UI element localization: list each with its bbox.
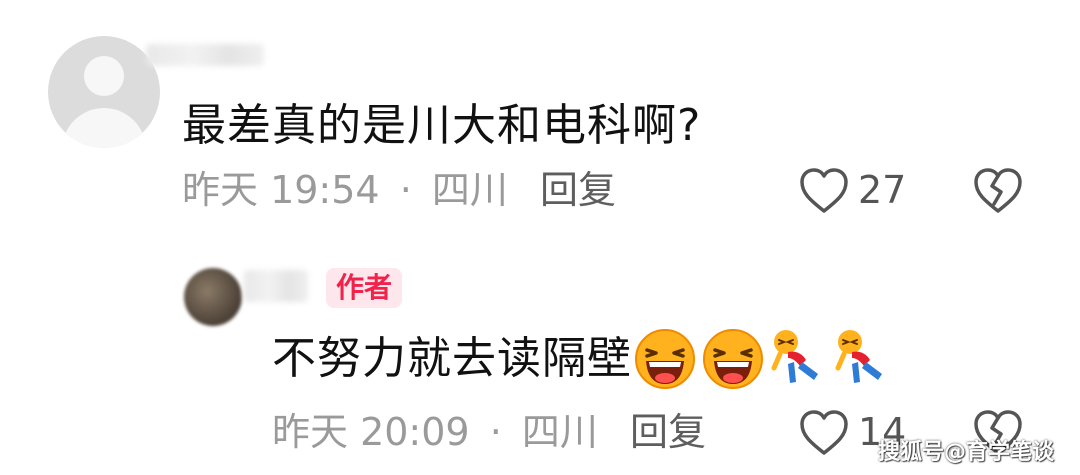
reply-meta: 昨天 20:09 · 四川 <box>272 410 598 454</box>
avatar-body-shape <box>62 108 146 148</box>
heart-icon <box>800 410 848 455</box>
author-badge: 作者 <box>326 268 403 308</box>
avatar-placeholder[interactable] <box>48 36 160 148</box>
like-button[interactable] <box>798 408 850 458</box>
laughing-tears-emoji <box>703 329 763 389</box>
like-count: 27 <box>858 168 907 212</box>
rolling-on-floor-emoji <box>771 330 818 383</box>
comment-text: 最差真的是川大和电科啊? <box>182 100 702 151</box>
reply-time: 昨天 20:09 <box>272 410 470 454</box>
username-blurred[interactable] <box>146 44 264 66</box>
comment-location: 四川 <box>431 168 508 212</box>
comment-meta: 昨天 19:54 · 四川 <box>182 168 508 212</box>
reply-location: 四川 <box>521 410 598 454</box>
heart-icon <box>800 168 848 213</box>
reply-button[interactable]: 回复 <box>630 410 706 454</box>
reply-text: 不努力就去读隔壁 <box>272 333 632 384</box>
like-button[interactable] <box>798 166 850 216</box>
rolling-on-floor-emoji <box>835 330 882 383</box>
meta-separator: · <box>399 168 412 212</box>
author-avatar[interactable] <box>184 268 242 326</box>
comment-time: 昨天 19:54 <box>182 168 380 212</box>
dislike-button[interactable] <box>972 166 1024 216</box>
watermark: 搜狐号@育学笔谈 <box>877 440 1054 465</box>
author-username-blurred[interactable] <box>244 270 308 302</box>
broken-heart-icon <box>974 168 1022 213</box>
laughing-tears-emoji <box>635 329 695 389</box>
meta-separator: · <box>489 410 502 454</box>
reply-button[interactable]: 回复 <box>540 168 616 212</box>
reply-text-row: 不努力就去读隔壁 <box>272 328 892 390</box>
avatar-head-shape <box>84 56 124 96</box>
